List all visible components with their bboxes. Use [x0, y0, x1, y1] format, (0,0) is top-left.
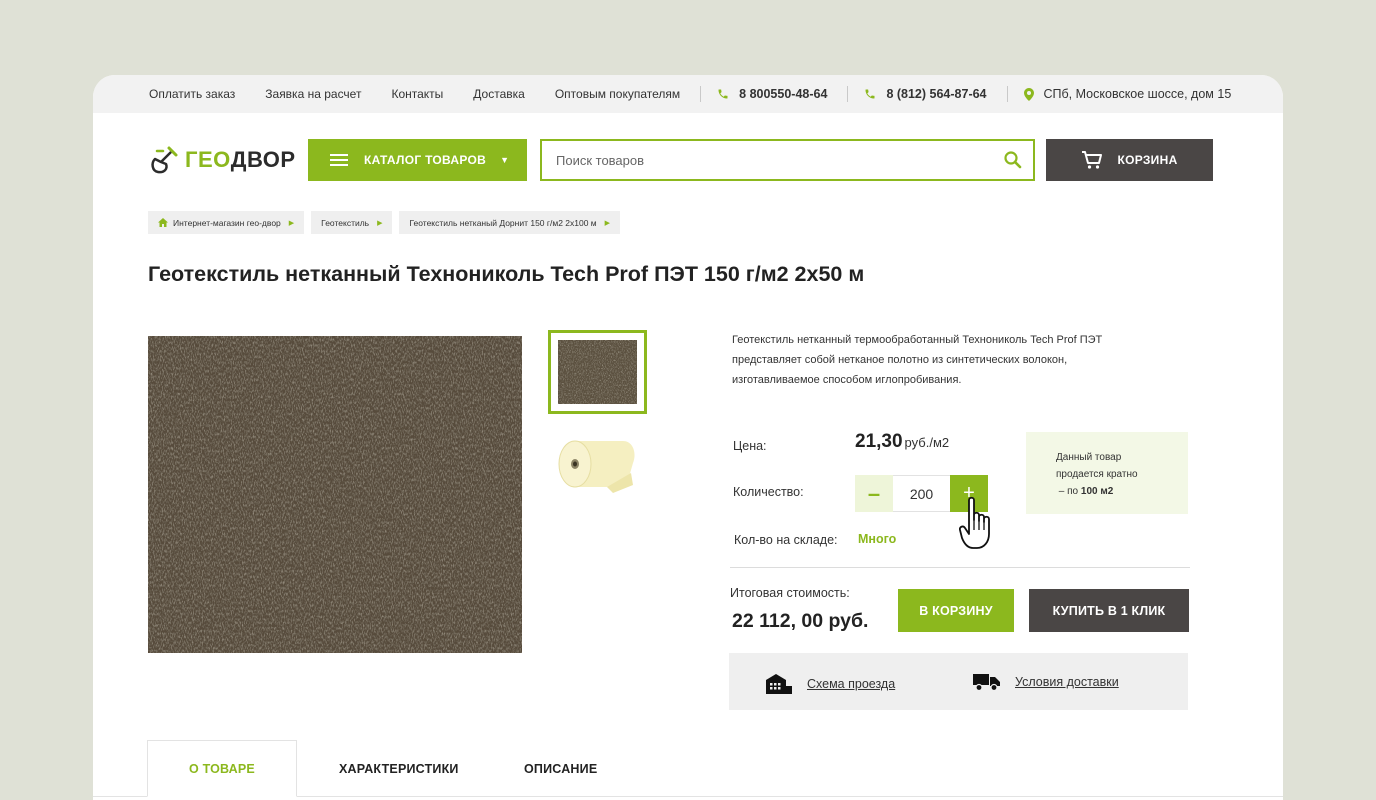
logo-text-geo: ГЕО	[185, 147, 231, 172]
browser-page: Оплатить заказ Заявка на расчет Контакты…	[93, 75, 1283, 800]
price: 21,30 руб./м2	[855, 431, 949, 453]
info-box: Схема проезда Условия доставки	[729, 653, 1188, 710]
address: СПб, Московское шоссе, дом 15	[1023, 87, 1232, 101]
phone-icon	[717, 88, 729, 100]
thumbnail-active[interactable]	[548, 330, 647, 414]
chevron-down-icon: ▼	[500, 155, 510, 165]
price-value: 21,30	[855, 431, 903, 452]
stock-label: Кол-во на складе:	[734, 533, 838, 547]
price-label: Цена:	[733, 439, 767, 453]
truck-icon	[973, 674, 1000, 691]
chevron-right-icon: ▶	[604, 219, 611, 227]
stock-value: Много	[858, 532, 897, 546]
breadcrumb-item-home[interactable]: Интернет-магазин гео-двор ▶	[148, 211, 305, 234]
link-delivery[interactable]: Доставка	[473, 87, 525, 101]
search-input[interactable]	[542, 141, 993, 179]
cart-label: КОРЗИНА	[1117, 153, 1178, 167]
logo[interactable]: ГЕО ДВОР	[149, 145, 296, 175]
breadcrumb-item-geotextile[interactable]: Геотекстиль ▶	[311, 211, 393, 234]
product-main-image[interactable]	[148, 336, 522, 653]
divider	[730, 567, 1190, 568]
quantity-decrease-button[interactable]: –	[855, 475, 893, 512]
breadcrumb-label: Интернет-магазин гео-двор	[173, 217, 281, 228]
warehouse-icon	[766, 674, 792, 694]
quantity-label: Количество:	[733, 485, 804, 499]
total-label: Итоговая стоимость:	[730, 586, 850, 600]
add-to-cart-button[interactable]: В КОРЗИНУ	[898, 589, 1014, 632]
link-calculation-request[interactable]: Заявка на расчет	[265, 87, 361, 101]
logo-icon	[151, 146, 178, 174]
breadcrumb-label: Геотекстиль нетканый Дорнит 150 г/м2 2х1…	[409, 217, 597, 228]
breadcrumb: Интернет-магазин гео-двор ▶ Геотекстиль …	[148, 211, 627, 234]
note-line-1: Данный товар	[1056, 452, 1122, 463]
divider	[847, 86, 849, 102]
note-prefix: – по	[1058, 486, 1079, 497]
link-pay-order[interactable]: Оплатить заказ	[149, 87, 235, 101]
route-scheme-label: Схема проезда	[807, 677, 896, 691]
phone-1-number: 8 800550-48-64	[739, 87, 828, 101]
chevron-right-icon: ▶	[288, 219, 295, 227]
cart-icon	[1082, 151, 1103, 169]
tab-about[interactable]: О ТОВАРЕ	[147, 740, 297, 797]
total-value: 22 112, 00 руб.	[732, 610, 869, 632]
product-description: Геотекстиль нетканный термообработанный …	[732, 334, 1103, 386]
multiplicity-note: Данный товар продается кратно – по 100 м…	[1026, 432, 1188, 514]
divider	[700, 86, 702, 102]
page-title: Геотекстиль нетканный Технониколь Tech P…	[148, 262, 865, 286]
phone-icon	[864, 88, 876, 100]
price-unit: руб./м2	[904, 435, 950, 450]
logo-text-dvor: ДВОР	[230, 147, 296, 172]
hand-cursor-icon	[958, 496, 995, 555]
phone-2[interactable]: 8 (812) 564-87-64	[864, 87, 987, 101]
tab-description[interactable]: ОПИСАНИЕ	[524, 740, 597, 797]
quantity-input[interactable]	[893, 475, 950, 512]
tab-characteristics[interactable]: ХАРАКТЕРИСТИКИ	[339, 740, 459, 797]
link-contacts[interactable]: Контакты	[391, 87, 443, 101]
location-pin-icon	[1023, 87, 1034, 101]
route-scheme-link[interactable]: Схема проезда	[765, 673, 895, 695]
note-amount: 100 м2	[1080, 486, 1114, 497]
catalog-label: КАТАЛОГ ТОВАРОВ	[364, 153, 487, 167]
home-icon	[158, 218, 168, 227]
link-wholesale[interactable]: Оптовым покупателям	[555, 87, 680, 101]
search-box	[540, 139, 1035, 181]
breadcrumb-item-product[interactable]: Геотекстиль нетканый Дорнит 150 г/м2 2х1…	[399, 211, 621, 234]
search-icon[interactable]	[993, 150, 1033, 170]
product-tabs: О ТОВАРЕ ХАРАКТЕРИСТИКИ ОПИСАНИЕ	[93, 740, 1283, 800]
divider	[1006, 86, 1008, 102]
note-line-2: продается кратно	[1056, 469, 1138, 480]
buy-one-click-button[interactable]: КУПИТЬ В 1 КЛИК	[1029, 589, 1189, 632]
address-text: СПб, Московское шоссе, дом 15	[1043, 87, 1232, 101]
header: ГЕОДВОР КАТАЛОГ ТОВАРОВ ▼ КОРЗИНА	[93, 139, 1283, 181]
breadcrumb-label: Геотекстиль	[321, 217, 370, 228]
delivery-terms-link[interactable]: Условия доставки	[973, 673, 1119, 691]
cart-button[interactable]: КОРЗИНА	[1046, 139, 1213, 181]
thumbnail-roll[interactable]	[553, 433, 639, 499]
phone-1[interactable]: 8 800550-48-64	[717, 87, 827, 101]
delivery-terms-label: Условия доставки	[1015, 675, 1119, 689]
chevron-right-icon: ▶	[377, 219, 383, 227]
top-bar: Оплатить заказ Заявка на расчет Контакты…	[93, 75, 1283, 113]
phone-2-number: 8 (812) 564-87-64	[886, 87, 987, 101]
catalog-button[interactable]: КАТАЛОГ ТОВАРОВ ▼	[308, 139, 527, 181]
menu-icon	[330, 154, 348, 166]
